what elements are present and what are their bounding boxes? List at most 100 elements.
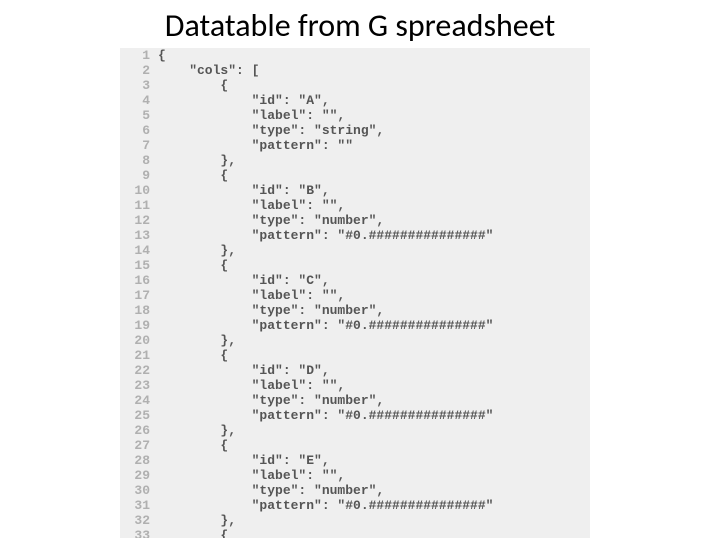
code-line: 29 "label": "",	[120, 468, 590, 483]
code-text: "pattern": ""	[158, 138, 353, 153]
code-line: 17 "label": "",	[120, 288, 590, 303]
code-text: "label": "",	[158, 468, 345, 483]
line-number: 23	[120, 378, 158, 393]
code-line: 33 {	[120, 528, 590, 538]
code-line: 21 {	[120, 348, 590, 363]
code-text: {	[158, 258, 228, 273]
line-number: 7	[120, 138, 158, 153]
code-line: 3 {	[120, 78, 590, 93]
code-line: 28 "id": "E",	[120, 453, 590, 468]
code-line: 1{	[120, 48, 590, 63]
code-text: "pattern": "#0.###############"	[158, 498, 493, 513]
code-line: 2 "cols": [	[120, 63, 590, 78]
line-number: 10	[120, 183, 158, 198]
line-number: 27	[120, 438, 158, 453]
code-text: "type": "number",	[158, 483, 384, 498]
code-line: 4 "id": "A",	[120, 93, 590, 108]
code-text: {	[158, 168, 228, 183]
code-text: "type": "number",	[158, 213, 384, 228]
line-number: 11	[120, 198, 158, 213]
code-line: 19 "pattern": "#0.###############"	[120, 318, 590, 333]
code-line: 8 },	[120, 153, 590, 168]
line-number: 30	[120, 483, 158, 498]
code-text: "type": "string",	[158, 123, 384, 138]
code-text: },	[158, 153, 236, 168]
line-number: 24	[120, 393, 158, 408]
line-number: 5	[120, 108, 158, 123]
line-number: 19	[120, 318, 158, 333]
code-text: "type": "number",	[158, 303, 384, 318]
line-number: 6	[120, 123, 158, 138]
code-text: "label": "",	[158, 378, 345, 393]
code-line: 30 "type": "number",	[120, 483, 590, 498]
code-line: 6 "type": "string",	[120, 123, 590, 138]
code-line: 32 },	[120, 513, 590, 528]
code-line: 27 {	[120, 438, 590, 453]
line-number: 29	[120, 468, 158, 483]
code-text: "type": "number",	[158, 393, 384, 408]
line-number: 9	[120, 168, 158, 183]
code-text: "id": "D",	[158, 363, 330, 378]
code-line: 24 "type": "number",	[120, 393, 590, 408]
code-text: "pattern": "#0.###############"	[158, 318, 493, 333]
code-text: {	[158, 78, 228, 93]
line-number: 18	[120, 303, 158, 318]
code-panel: 1{2 "cols": [3 {4 "id": "A",5 "label": "…	[120, 48, 590, 538]
line-number: 16	[120, 273, 158, 288]
code-line: 11 "label": "",	[120, 198, 590, 213]
code-line: 25 "pattern": "#0.###############"	[120, 408, 590, 423]
line-number: 31	[120, 498, 158, 513]
slide: Datatable from G spreadsheet 1{2 "cols":…	[0, 0, 720, 540]
code-text: },	[158, 243, 236, 258]
code-line: 26 },	[120, 423, 590, 438]
code-line: 7 "pattern": ""	[120, 138, 590, 153]
code-line: 10 "id": "B",	[120, 183, 590, 198]
code-text: {	[158, 438, 228, 453]
line-number: 26	[120, 423, 158, 438]
code-line: 9 {	[120, 168, 590, 183]
line-number: 14	[120, 243, 158, 258]
code-text: "id": "E",	[158, 453, 330, 468]
code-line: 22 "id": "D",	[120, 363, 590, 378]
code-text: "pattern": "#0.###############"	[158, 228, 493, 243]
line-number: 22	[120, 363, 158, 378]
code-text: "label": "",	[158, 288, 345, 303]
line-number: 32	[120, 513, 158, 528]
code-line: 23 "label": "",	[120, 378, 590, 393]
code-line: 18 "type": "number",	[120, 303, 590, 318]
line-number: 33	[120, 528, 158, 538]
line-number: 13	[120, 228, 158, 243]
code-text: },	[158, 513, 236, 528]
code-text: "label": "",	[158, 108, 345, 123]
line-number: 3	[120, 78, 158, 93]
line-number: 8	[120, 153, 158, 168]
code-text: "id": "C",	[158, 273, 330, 288]
line-number: 21	[120, 348, 158, 363]
code-text: "label": "",	[158, 198, 345, 213]
line-number: 28	[120, 453, 158, 468]
code-line: 14 },	[120, 243, 590, 258]
code-text: {	[158, 528, 228, 538]
line-number: 15	[120, 258, 158, 273]
line-number: 12	[120, 213, 158, 228]
code-text: "id": "A",	[158, 93, 330, 108]
line-number: 25	[120, 408, 158, 423]
line-number: 4	[120, 93, 158, 108]
line-number: 20	[120, 333, 158, 348]
code-text: {	[158, 348, 228, 363]
code-line: 15 {	[120, 258, 590, 273]
code-line: 20 },	[120, 333, 590, 348]
code-line: 31 "pattern": "#0.###############"	[120, 498, 590, 513]
slide-title: Datatable from G spreadsheet	[0, 6, 720, 45]
line-number: 1	[120, 48, 158, 63]
code-line: 13 "pattern": "#0.###############"	[120, 228, 590, 243]
code-text: "cols": [	[158, 63, 259, 78]
code-line: 16 "id": "C",	[120, 273, 590, 288]
code-text: },	[158, 333, 236, 348]
line-number: 17	[120, 288, 158, 303]
code-line: 12 "type": "number",	[120, 213, 590, 228]
code-text: },	[158, 423, 236, 438]
code-text: "id": "B",	[158, 183, 330, 198]
line-number: 2	[120, 63, 158, 78]
code-text: "pattern": "#0.###############"	[158, 408, 493, 423]
